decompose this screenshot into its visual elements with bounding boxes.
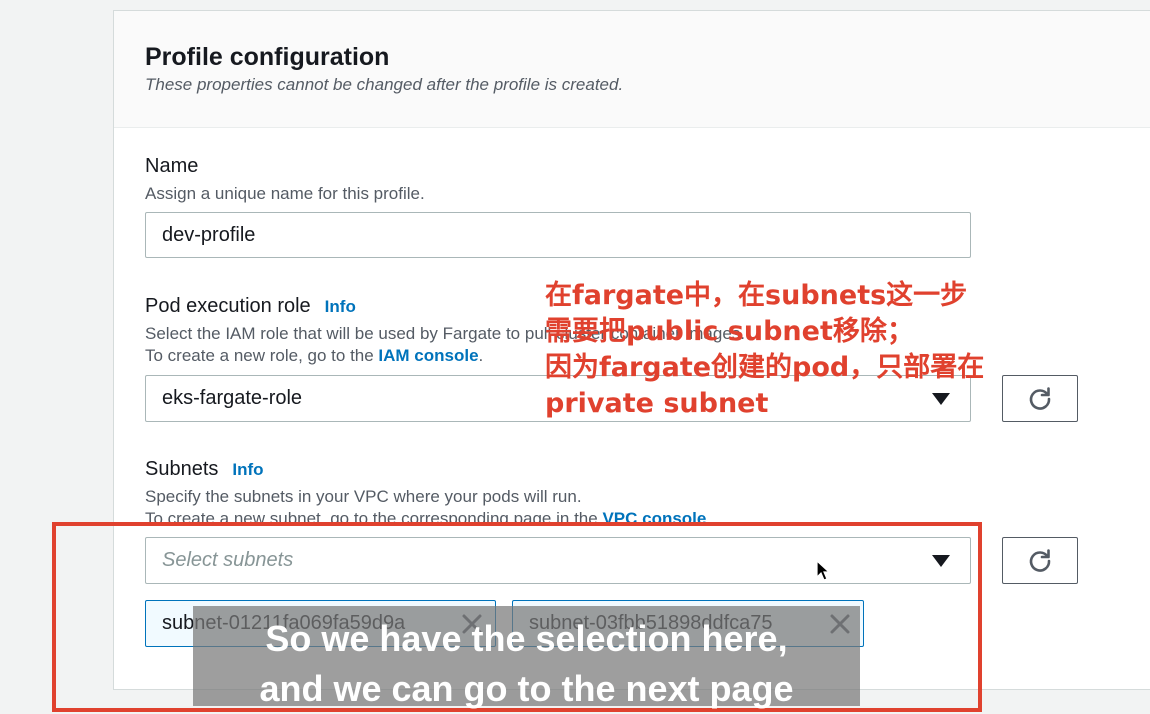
name-label: Name [145, 155, 199, 177]
subnets-label: Subnets Info [145, 458, 264, 481]
page-title: Profile configuration [145, 43, 390, 71]
pod-role-help-suffix: . [478, 346, 484, 365]
panel-header: Profile configuration These properties c… [114, 11, 1150, 128]
annotation-note: 在fargate中，在subnets这一步 需要把public subnet移除… [545, 280, 985, 419]
video-caption-line-1: So we have the selection here, [265, 618, 788, 659]
subnets-info-link[interactable]: Info [232, 460, 263, 479]
pod-role-help-prefix: To create a new role, go to the [145, 346, 379, 365]
subnets-description: Specify the subnets in your VPC where yo… [145, 487, 582, 506]
name-input[interactable]: dev-profile [145, 212, 971, 258]
pod-role-value: eks-fargate-role [162, 387, 303, 409]
subnets-refresh-button[interactable] [1002, 537, 1078, 584]
page-subtitle: These properties cannot be changed after… [145, 75, 624, 94]
iam-console-link[interactable]: IAM console [378, 346, 478, 365]
mouse-cursor-icon [816, 560, 831, 581]
pod-role-label-text: Pod execution role [145, 295, 311, 317]
name-input-value: dev-profile [162, 223, 256, 246]
pod-role-refresh-button[interactable] [1002, 375, 1078, 422]
pod-role-label: Pod execution role Info [145, 295, 356, 318]
video-caption-line-2: and we can go to the next page [259, 668, 794, 709]
video-caption: So we have the selection here, and we ca… [193, 606, 860, 709]
pod-role-info-link[interactable]: Info [325, 297, 356, 316]
subnets-label-text: Subnets [145, 458, 219, 480]
name-description: Assign a unique name for this profile. [145, 184, 425, 203]
pod-role-help: To create a new role, go to the IAM cons… [145, 346, 483, 366]
refresh-icon [1029, 386, 1051, 410]
refresh-icon [1029, 548, 1051, 572]
